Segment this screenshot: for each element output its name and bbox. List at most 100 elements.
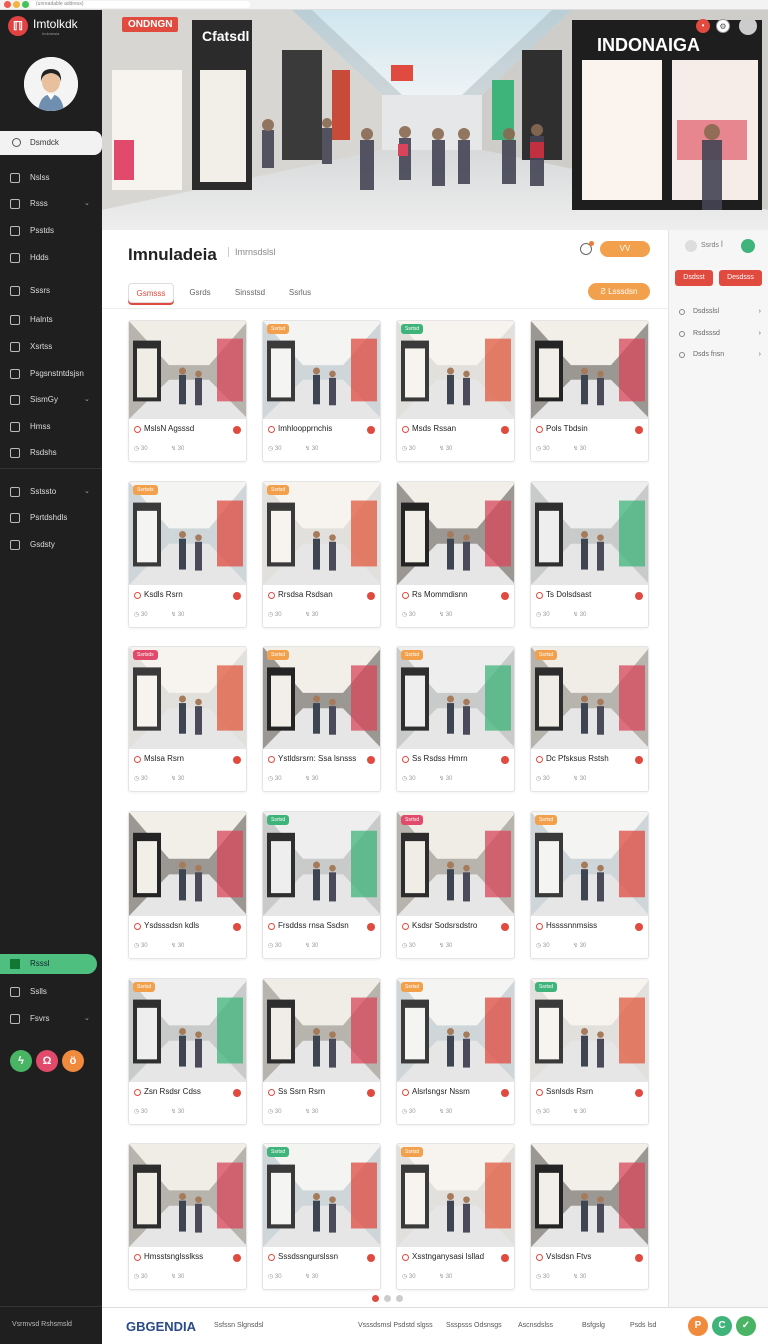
media-card[interactable]: Ssrtsd Dc Pfsksus Rstsh ◷ 30 ↯ 30 xyxy=(530,646,649,792)
nav-item-3[interactable]: Psstds xyxy=(0,221,102,241)
card-title[interactable]: Pols Tbdsin xyxy=(546,424,642,433)
media-card[interactable]: MslsN Agsssd ◷ 30 ↯ 30 xyxy=(128,320,247,462)
footer-link-4[interactable]: Ascnsdslss xyxy=(518,1322,553,1329)
media-card[interactable]: Ssrtsd Imhloopprnchis ◷ 30 ↯ 30 xyxy=(262,320,381,462)
card-image[interactable] xyxy=(129,812,246,916)
media-card[interactable]: Ssrtsd Msds Rssan ◷ 30 ↯ 30 xyxy=(396,320,515,462)
favorite-icon[interactable] xyxy=(501,756,509,764)
tab-4[interactable]: Ssrlus xyxy=(280,283,320,303)
panel-link-2[interactable]: Rsdsssd › xyxy=(679,329,761,341)
card-image[interactable] xyxy=(263,979,380,1082)
card-title[interactable]: Ysdsssdsn kdls xyxy=(144,921,240,930)
footer-link-3[interactable]: Ssspsss Odsnsgs xyxy=(446,1322,502,1329)
card-title[interactable]: Zsn Rsdsr Cdss xyxy=(144,1087,240,1096)
favorite-icon[interactable] xyxy=(367,1089,375,1097)
media-card[interactable]: Ssrtsd Rrsdsa Rsdsan ◷ 30 ↯ 30 xyxy=(262,481,381,628)
footer-logo[interactable]: GBGENDIA xyxy=(126,1319,196,1334)
footer-link-6[interactable]: Psds lsd xyxy=(630,1322,656,1329)
favorite-icon[interactable] xyxy=(367,1254,375,1262)
quick-action-2[interactable]: Ω xyxy=(36,1050,58,1072)
nav-item-1[interactable]: Nslss xyxy=(0,168,102,188)
favorite-icon[interactable] xyxy=(635,592,643,600)
media-card[interactable]: Ssrtsd Ssnlsds Rsrn ◷ 30 ↯ 30 xyxy=(530,978,649,1125)
media-card[interactable]: Rs Mommdisnn ◷ 30 ↯ 30 xyxy=(396,481,515,628)
card-title[interactable]: Dc Pfsksus Rstsh xyxy=(546,754,642,763)
media-card[interactable]: Vslsdsn Ftvs ◷ 30 ↯ 30 xyxy=(530,1143,649,1290)
card-title[interactable]: Vslsdsn Ftvs xyxy=(546,1252,642,1261)
card-image[interactable]: Ssrtsd xyxy=(129,979,246,1082)
favorite-icon[interactable] xyxy=(635,756,643,764)
card-title[interactable]: Ystldsrsrn: Ssa lsnsss xyxy=(278,754,374,763)
nav-item-8[interactable]: Psgsnstntdsjsn xyxy=(0,364,102,384)
card-image[interactable]: Ssrtsd xyxy=(397,647,514,749)
minimize-window-dot[interactable] xyxy=(13,1,20,8)
card-title[interactable]: Hmsstsnglsslkss xyxy=(144,1252,240,1261)
favorite-icon[interactable] xyxy=(501,1089,509,1097)
favorite-icon[interactable] xyxy=(635,923,643,931)
card-image[interactable] xyxy=(129,1144,246,1247)
favorite-icon[interactable] xyxy=(367,592,375,600)
card-title[interactable]: Ss Rsdss Hmrn xyxy=(412,754,508,763)
favorite-icon[interactable] xyxy=(233,592,241,600)
footer-link-5[interactable]: Bsfgslg xyxy=(582,1322,605,1329)
favorite-icon[interactable] xyxy=(501,592,509,600)
card-title[interactable]: Hssssnnmsiss xyxy=(546,921,642,930)
card-image[interactable]: Ssrtsd xyxy=(397,1144,514,1247)
card-image[interactable]: Ssrtsd xyxy=(263,1144,380,1247)
media-card[interactable]: Hmsstsnglsslkss ◷ 30 ↯ 30 xyxy=(128,1143,247,1290)
nav-item-lower-1[interactable]: Sslls xyxy=(0,982,102,1002)
card-title[interactable]: Xsstnganysasi lsllad xyxy=(412,1252,508,1261)
favorite-icon[interactable] xyxy=(635,1089,643,1097)
nav-item-11[interactable]: Rsdshs xyxy=(0,443,102,463)
tab-1[interactable]: Gsmsss xyxy=(128,283,174,303)
address-bar[interactable]: (unreadable address) xyxy=(30,1,250,8)
panel-link-1[interactable]: Dsdsslsl › xyxy=(679,307,761,319)
card-image[interactable]: Ssrtsd xyxy=(263,482,380,585)
quick-action-1[interactable]: ϟ xyxy=(10,1050,32,1072)
media-card[interactable]: Ssrtsd Frsddss rnsa Ssdsn ◷ 30 ↯ 30 xyxy=(262,811,381,959)
nav-item-14[interactable]: Gsdsty xyxy=(0,535,102,555)
favorite-icon[interactable] xyxy=(501,1254,509,1262)
card-image[interactable]: Ssrtsd xyxy=(397,812,514,916)
panel-link-3[interactable]: Dsds fnsn › xyxy=(679,350,761,362)
maximize-window-dot[interactable] xyxy=(22,1,29,8)
nav-item-10[interactable]: Hmss xyxy=(0,417,102,437)
favorite-icon[interactable] xyxy=(233,1089,241,1097)
nav-item-lower-2[interactable]: Fsvrs ⌄ xyxy=(0,1009,102,1029)
card-title[interactable]: Ssnlsds Rsrn xyxy=(546,1087,642,1096)
nav-item-2[interactable]: Rsss ⌄ xyxy=(0,194,102,214)
card-image[interactable]: Ssrtsds xyxy=(129,647,246,749)
search-icon[interactable]: • xyxy=(696,19,710,33)
card-image[interactable]: Ssrtsd xyxy=(263,812,380,916)
nav-item-7[interactable]: Xsrtss xyxy=(0,337,102,357)
media-card[interactable]: Ssrtsd Xsstnganysasi lsllad ◷ 30 ↯ 30 xyxy=(396,1143,515,1290)
favorite-icon[interactable] xyxy=(635,426,643,434)
tab-2[interactable]: Gsrds xyxy=(180,283,220,303)
settings-icon[interactable]: ⚙ xyxy=(716,19,730,33)
media-card[interactable]: Ssrtsd Sssdssngurslssn ◷ 30 ↯ 30 xyxy=(262,1143,381,1290)
nav-item-9[interactable]: SismGy ⌄ xyxy=(0,390,102,410)
card-image[interactable]: Ssrtsd xyxy=(397,321,514,419)
card-image[interactable]: Ssrtsds xyxy=(129,482,246,585)
media-card[interactable]: Ssrtsd Hssssnnmsiss ◷ 30 ↯ 30 xyxy=(530,811,649,959)
card-image[interactable] xyxy=(531,482,648,585)
filter-button[interactable]: Ƨ Lsssdsn xyxy=(588,283,650,300)
tab-3[interactable]: Sinsstsd xyxy=(226,283,274,303)
footer-link-1[interactable]: Ssfssn Slgnsdsl xyxy=(214,1322,263,1329)
favorite-icon[interactable] xyxy=(367,426,375,434)
footer-action-1[interactable]: P xyxy=(688,1316,708,1336)
favorite-icon[interactable] xyxy=(233,1254,241,1262)
card-title[interactable]: Ksdls Rsrn xyxy=(144,590,240,599)
favorite-icon[interactable] xyxy=(501,923,509,931)
card-image[interactable] xyxy=(531,1144,648,1247)
card-image[interactable]: Ssrtsd xyxy=(263,321,380,419)
card-image[interactable]: Ssrtsd xyxy=(531,647,648,749)
media-card[interactable]: Pols Tbdsin ◷ 30 ↯ 30 xyxy=(530,320,649,462)
card-image[interactable] xyxy=(397,482,514,585)
favorite-icon[interactable] xyxy=(367,756,375,764)
card-image[interactable] xyxy=(531,321,648,419)
header-action-button[interactable]: VV xyxy=(600,241,650,257)
favorite-icon[interactable] xyxy=(233,923,241,931)
card-title[interactable]: Ts Dolsdsast xyxy=(546,590,642,599)
media-card[interactable]: Ssrtsd Zsn Rsdsr Cdss ◷ 30 ↯ 30 xyxy=(128,978,247,1125)
